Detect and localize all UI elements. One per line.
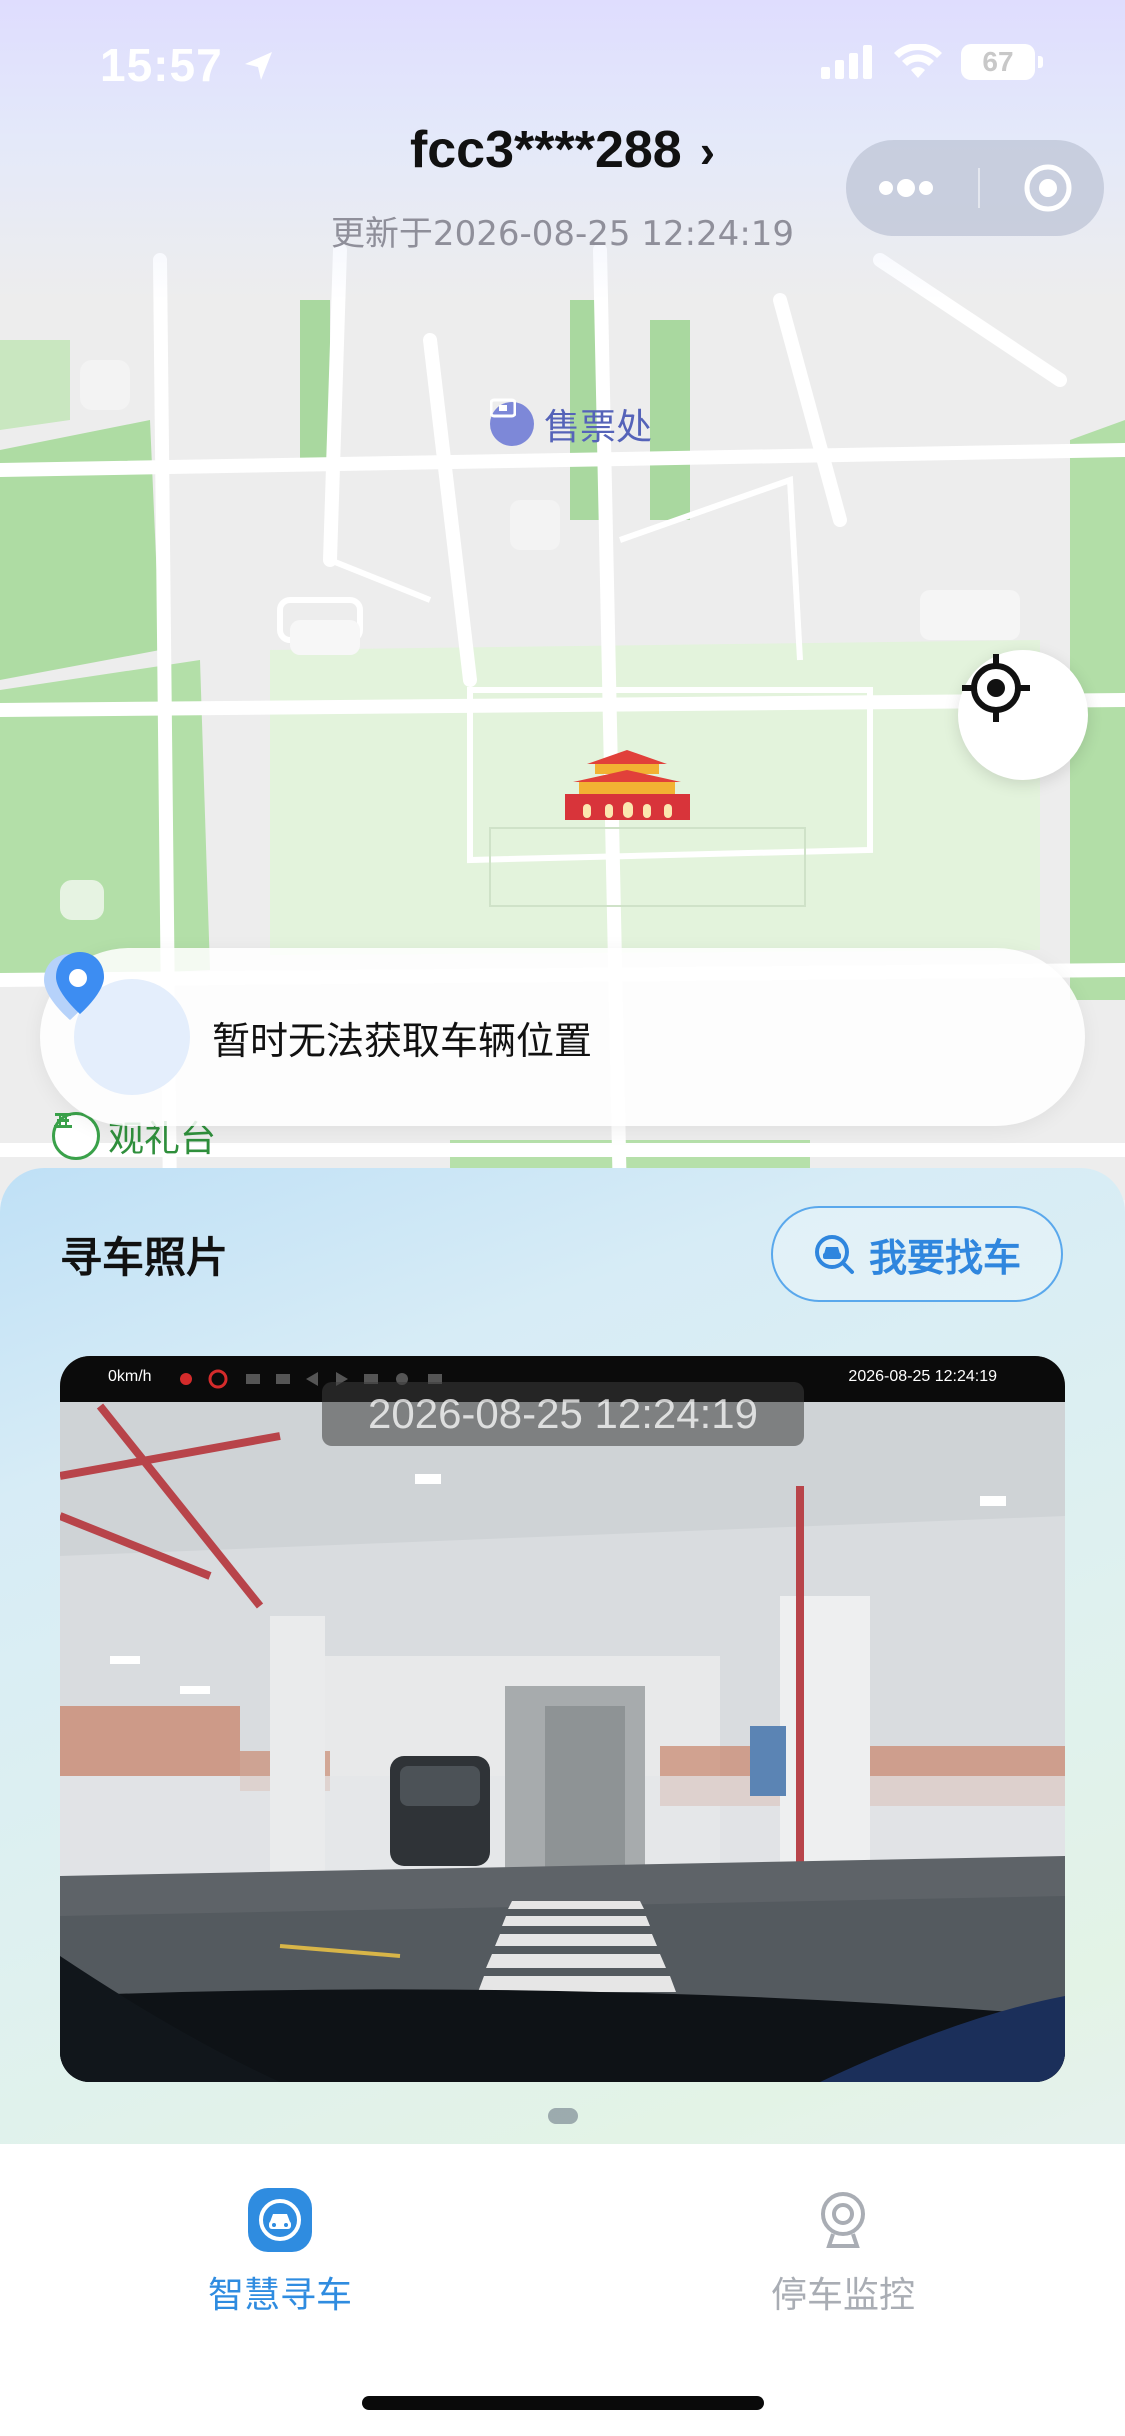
battery-level: 67 — [982, 46, 1014, 77]
capsule-divider — [978, 168, 980, 208]
platform-icon — [52, 1112, 100, 1160]
find-car-button[interactable]: 我要找车 — [771, 1206, 1063, 1302]
garage-photo-illustration — [60, 1356, 1065, 2082]
dashcam-speed: 0km/h — [108, 1368, 152, 1385]
home-indicator[interactable] — [362, 2396, 764, 2410]
search-car-icon — [814, 1235, 854, 1274]
poi-ticket-office[interactable]: 售票处 — [490, 398, 652, 450]
status-bar: 15:57 67 — [0, 0, 1125, 130]
tab-parking-monitor[interactable]: 停车监控 — [693, 2188, 993, 2318]
ticket-office-icon — [490, 398, 534, 446]
poi-ticket-label: 售票处 — [544, 407, 653, 448]
crosshair-icon — [962, 654, 1030, 722]
location-message: 暂时无法获取车辆位置 — [212, 1018, 593, 1063]
miniapp-capsule — [846, 140, 1104, 236]
section-title: 寻车照片 — [60, 1233, 229, 1282]
dashcam-timestamp: 2026-08-25 12:24:19 — [848, 1368, 997, 1385]
tab-parking-monitor-label: 停车监控 — [770, 2275, 915, 2316]
photo-timestamp-overlay: 2026-08-25 12:24:19 — [322, 1382, 804, 1446]
carousel-indicator[interactable] — [548, 2108, 578, 2124]
find-car-panel: 寻车照片 我要找车 0km/h 2026-08-25 12:24:19 2026… — [0, 1168, 1125, 2268]
status-time-text: 15:57 — [100, 39, 223, 91]
close-miniapp-icon[interactable] — [1022, 162, 1074, 214]
locate-me-button[interactable] — [958, 650, 1088, 780]
vehicle-location-card: 暂时无法获取车辆位置 — [40, 948, 1085, 1126]
location-arrow-icon — [245, 52, 273, 80]
smart-find-car-icon — [248, 2188, 312, 2252]
cellular-signal-icon — [821, 45, 872, 79]
find-car-label: 我要找车 — [868, 1235, 1021, 1280]
location-pin-icon — [44, 952, 190, 1095]
webcam-icon — [821, 2192, 865, 2248]
tab-smart-find[interactable]: 智慧寻车 — [130, 2188, 430, 2318]
battery-icon: 67 — [961, 44, 1043, 80]
tab-smart-find-label: 智慧寻车 — [207, 2275, 352, 2316]
more-dots-icon[interactable] — [876, 178, 936, 198]
chevron-right-icon: › — [699, 125, 716, 177]
vehicle-plate: fcc3****288 — [409, 121, 682, 179]
tab-bar: 智慧寻车 停车监控 — [0, 2144, 1125, 2436]
find-car-photo[interactable]: 0km/h 2026-08-25 12:24:19 2026-08-25 12:… — [60, 1356, 1065, 2082]
status-time: 15:57 — [100, 38, 276, 92]
wifi-icon — [894, 44, 942, 78]
